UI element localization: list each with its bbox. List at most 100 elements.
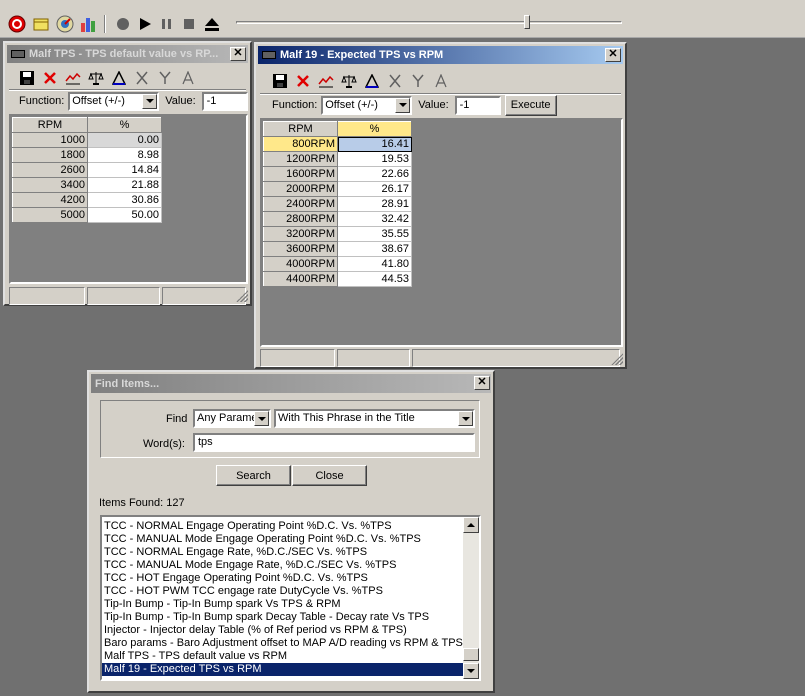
- words-input[interactable]: tps: [193, 433, 475, 452]
- row-header-rpm[interactable]: 1000: [12, 132, 88, 148]
- table-cell[interactable]: 50.00: [87, 207, 162, 223]
- table-cell[interactable]: 0.00: [87, 132, 162, 148]
- close-button[interactable]: ✕: [474, 376, 490, 390]
- table-cell[interactable]: 21.88: [87, 177, 162, 193]
- row-header-rpm[interactable]: 2800RPM: [263, 211, 338, 227]
- list-item[interactable]: Tip-In Bump - Tip-In Bump spark Vs TPS &…: [102, 598, 463, 611]
- table-cell[interactable]: 8.98: [87, 147, 162, 163]
- eject-icon[interactable]: [203, 15, 221, 33]
- graph-icon[interactable]: [65, 70, 81, 86]
- chevron-down-icon[interactable]: [254, 411, 269, 426]
- row-header-rpm[interactable]: 2600: [12, 162, 88, 178]
- malf19-titlebar[interactable]: Malf 19 - Expected TPS vs RPM: [258, 46, 623, 64]
- table-cell[interactable]: 30.86: [87, 192, 162, 208]
- table-cell[interactable]: 28.91: [337, 196, 412, 212]
- row-header-rpm[interactable]: 3600RPM: [263, 241, 338, 257]
- chevron-down-icon[interactable]: [395, 97, 411, 113]
- list-item[interactable]: Baro params - Baro Adjustment offset to …: [102, 637, 463, 650]
- interpolate-icon[interactable]: [364, 73, 380, 89]
- row-header-rpm[interactable]: 5000: [12, 207, 88, 223]
- smooth-y-icon[interactable]: [410, 73, 426, 89]
- row-header-rpm[interactable]: 1200RPM: [263, 151, 338, 167]
- smooth-a-icon[interactable]: [433, 73, 449, 89]
- scroll-thumb[interactable]: [463, 648, 479, 661]
- row-header-rpm[interactable]: 800RPM: [263, 136, 338, 152]
- delete-icon[interactable]: [42, 70, 58, 86]
- close-button[interactable]: ✕: [230, 47, 246, 61]
- match-mode-select[interactable]: With This Phrase in the Title: [274, 409, 475, 428]
- list-item[interactable]: TCC - MANUAL Mode Engage Rate, %D.C./SEC…: [102, 559, 463, 572]
- smooth-x-icon[interactable]: [134, 70, 150, 86]
- list-item[interactable]: TCC - NORMAL Engage Operating Point %D.C…: [102, 520, 463, 533]
- balance-icon[interactable]: [88, 70, 104, 86]
- balance-icon[interactable]: [341, 73, 357, 89]
- row-header-rpm[interactable]: 3400: [12, 177, 88, 193]
- delete-icon[interactable]: [295, 73, 311, 89]
- table-cell[interactable]: 32.42: [337, 211, 412, 227]
- close-button[interactable]: ✕: [605, 48, 621, 62]
- save-icon[interactable]: [19, 70, 35, 86]
- row-header-rpm[interactable]: 4200: [12, 192, 88, 208]
- stop-icon[interactable]: [180, 15, 198, 33]
- smooth-a-icon[interactable]: [180, 70, 196, 86]
- results-listbox[interactable]: TCC - NORMAL Engage Operating Point %D.C…: [100, 515, 481, 681]
- execute-button[interactable]: Execute: [504, 94, 557, 116]
- table-cell[interactable]: 14.84: [87, 162, 162, 178]
- smooth-y-icon[interactable]: [157, 70, 173, 86]
- column-header-percent[interactable]: %: [337, 121, 412, 137]
- scroll-up-icon[interactable]: [463, 517, 479, 533]
- resize-grip-icon[interactable]: [236, 290, 248, 302]
- interpolate-icon[interactable]: [111, 70, 127, 86]
- list-item[interactable]: TCC - HOT Engage Operating Point %D.C. V…: [102, 572, 463, 585]
- stop-record-icon[interactable]: [8, 15, 26, 33]
- value-input[interactable]: -1: [454, 95, 501, 115]
- graph-icon[interactable]: [318, 73, 334, 89]
- table-cell[interactable]: 38.67: [337, 241, 412, 257]
- chip-icon[interactable]: [32, 15, 50, 33]
- row-header-rpm[interactable]: 4400RPM: [263, 271, 338, 287]
- function-select[interactable]: Offset (+/-): [321, 95, 413, 115]
- list-item[interactable]: Injector - Injector delay Table (% of Re…: [102, 624, 463, 637]
- resize-grip-icon[interactable]: [611, 353, 623, 365]
- row-header-rpm[interactable]: 3200RPM: [263, 226, 338, 242]
- param-type-select[interactable]: Any Parame: [193, 409, 271, 428]
- row-header-rpm[interactable]: 2000RPM: [263, 181, 338, 197]
- list-item[interactable]: Malf TPS - TPS default value vs RPM: [102, 650, 463, 663]
- column-header-rpm[interactable]: RPM: [263, 121, 338, 137]
- table-cell[interactable]: 44.53: [337, 271, 412, 287]
- row-header-rpm[interactable]: 1600RPM: [263, 166, 338, 182]
- column-header-rpm[interactable]: RPM: [12, 117, 88, 133]
- column-header-percent[interactable]: %: [87, 117, 162, 133]
- results-scrollbar[interactable]: [463, 517, 479, 679]
- list-item[interactable]: Tip-In Bump - Tip-In Bump spark Decay Ta…: [102, 611, 463, 624]
- list-item[interactable]: TCC - NORMAL Engage Rate, %D.C./SEC Vs. …: [102, 546, 463, 559]
- list-item-selected[interactable]: Malf 19 - Expected TPS vs RPM: [102, 663, 463, 676]
- playback-slider-thumb[interactable]: [524, 15, 530, 29]
- chevron-down-icon[interactable]: [142, 93, 158, 109]
- gauge-icon[interactable]: [56, 15, 74, 33]
- bar-chart-icon[interactable]: [80, 15, 98, 33]
- table-cell[interactable]: 26.17: [337, 181, 412, 197]
- list-item[interactable]: TCC - HOT PWM TCC engage rate DutyCycle …: [102, 585, 463, 598]
- chevron-down-icon[interactable]: [458, 411, 473, 426]
- save-icon[interactable]: [272, 73, 288, 89]
- row-header-rpm[interactable]: 1800: [12, 147, 88, 163]
- table-cell[interactable]: 16.41: [337, 136, 412, 152]
- function-select[interactable]: Offset (+/-): [68, 91, 160, 111]
- search-button[interactable]: Search: [216, 465, 291, 486]
- list-item[interactable]: TCC - MANUAL Mode Engage Operating Point…: [102, 533, 463, 546]
- smooth-x-icon[interactable]: [387, 73, 403, 89]
- malf-tps-titlebar[interactable]: Malf TPS - TPS default value vs RP...: [7, 45, 248, 63]
- table-cell[interactable]: 41.80: [337, 256, 412, 272]
- play-icon[interactable]: [136, 15, 154, 33]
- row-header-rpm[interactable]: 4000RPM: [263, 256, 338, 272]
- row-header-rpm[interactable]: 2400RPM: [263, 196, 338, 212]
- scroll-down-icon[interactable]: [463, 663, 479, 679]
- table-cell[interactable]: 19.53: [337, 151, 412, 167]
- value-input[interactable]: -1: [201, 91, 248, 111]
- table-cell[interactable]: 35.55: [337, 226, 412, 242]
- table-cell[interactable]: 22.66: [337, 166, 412, 182]
- find-titlebar[interactable]: Find Items...: [91, 374, 491, 393]
- pause-icon[interactable]: [158, 15, 176, 33]
- record-icon[interactable]: [114, 15, 132, 33]
